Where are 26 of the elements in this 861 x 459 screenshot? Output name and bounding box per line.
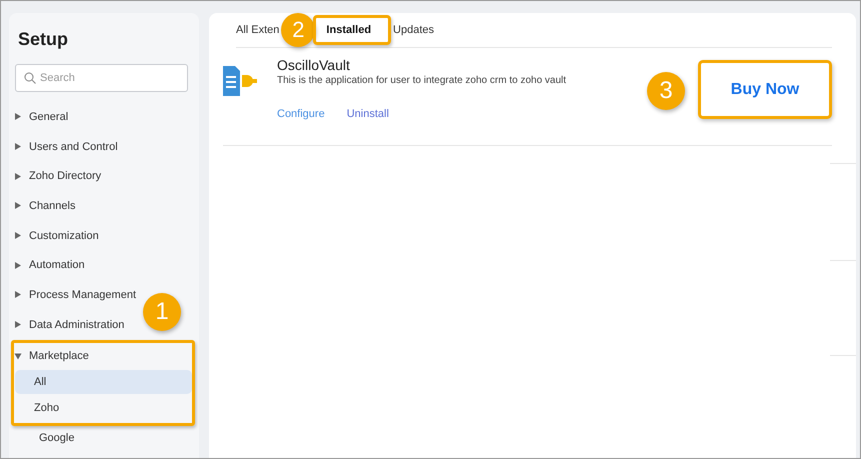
step-badge: 1 — [143, 293, 181, 331]
search-field[interactable]: Search — [15, 64, 188, 92]
sidebar-item[interactable]: Zoho Directory — [9, 161, 106, 192]
sidebar-title: Setup — [17, 29, 70, 51]
sidebar-item[interactable]: Automation — [9, 250, 89, 280]
sidebar-item[interactable]: Process Management — [9, 280, 140, 310]
tab[interactable]: Updates — [393, 24, 434, 36]
sidebar-item[interactable]: Marketplace — [14, 342, 93, 370]
action-link[interactable]: Uninstall — [346, 108, 389, 120]
document-plug-icon — [223, 66, 257, 96]
sidebar-subitem[interactable]: All — [15, 370, 192, 394]
tab[interactable]: All Exten — [236, 24, 280, 36]
sidebar-item[interactable]: General — [9, 102, 72, 132]
sidebar-item[interactable]: Data Administration — [9, 310, 128, 340]
sidebar-item[interactable]: Users and Control — [9, 132, 122, 162]
sidebar-item[interactable]: Channels — [9, 191, 80, 221]
extension-name: OscilloVault — [277, 57, 351, 73]
sidebar-subitem[interactable]: Zoho — [15, 396, 192, 420]
sidebar-item[interactable]: Customization — [9, 220, 103, 250]
sidebar-subitem[interactable]: Google — [15, 426, 188, 450]
tab[interactable]: Installed — [326, 24, 372, 36]
buy-now-button[interactable]: Buy Now — [698, 60, 832, 119]
search-icon — [24, 72, 36, 84]
step-badge: 3 — [647, 72, 685, 110]
extension-description: This is the application for user to integrate zoho crm to zoho vault — [277, 75, 568, 86]
step-badge: 2 — [281, 13, 316, 47]
